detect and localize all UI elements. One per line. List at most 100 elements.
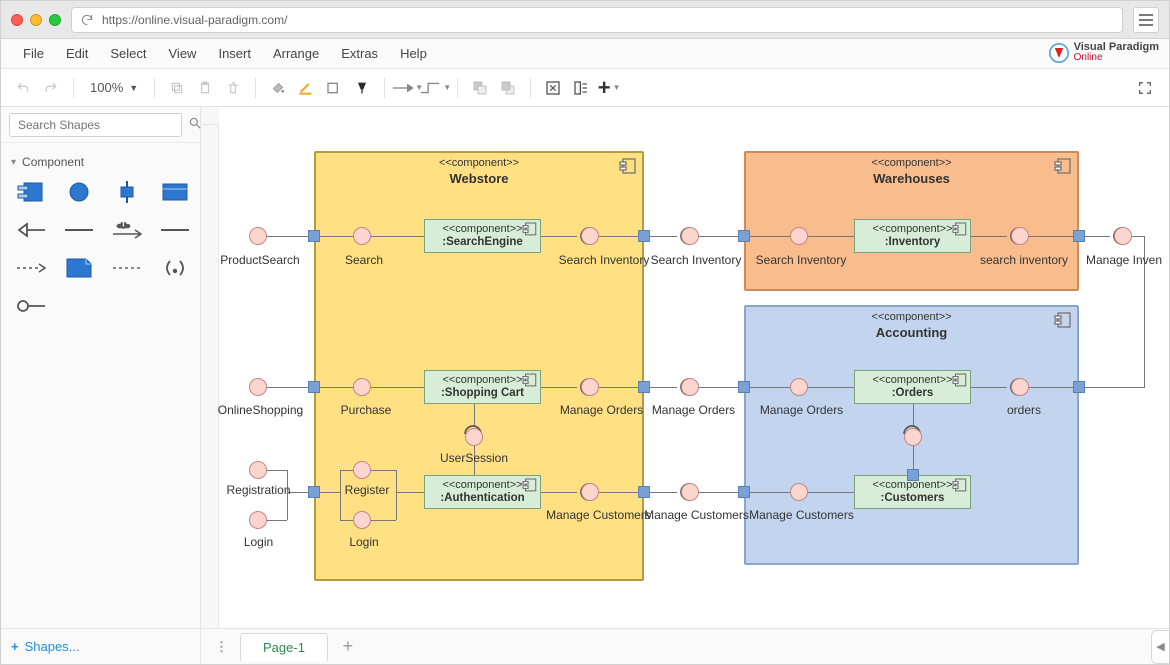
menu-file[interactable]: File [13,42,54,65]
fit-page-button[interactable] [541,76,565,100]
interface-ball[interactable] [249,227,267,245]
shape-interface-icon[interactable] [65,181,93,203]
shape-connector-icon[interactable] [65,219,93,241]
interface-ball[interactable] [353,378,371,396]
port[interactable] [638,381,650,393]
port[interactable] [738,486,750,498]
canvas-area[interactable]: <<component>>Webstore <<component>>Wareh… [201,107,1169,628]
shape-dependency-icon[interactable] [17,257,45,279]
interface-ball[interactable] [904,428,922,446]
close-window-icon[interactable] [11,14,23,26]
connector-style-button[interactable]: ▼ [423,76,447,100]
shape-box-icon[interactable] [161,181,189,203]
port[interactable] [907,469,919,481]
port[interactable] [738,230,750,242]
label-manage-orders-acc: Manage Orders [754,403,849,417]
shape-line-icon[interactable] [161,219,189,241]
copy-button[interactable] [165,76,189,100]
interface-ball[interactable] [249,511,267,529]
fullscreen-button[interactable] [1133,76,1157,100]
collapse-panel-button[interactable]: ◀ [1151,630,1169,664]
refresh-icon[interactable] [80,13,94,27]
maximize-window-icon[interactable] [49,14,61,26]
interface-ball[interactable] [353,227,371,245]
menu-arrange[interactable]: Arrange [263,42,329,65]
interface-ball[interactable] [681,483,699,501]
to-front-button[interactable] [468,76,492,100]
shape-usage-icon[interactable]: «U» [113,219,141,241]
redo-button[interactable] [39,76,63,100]
shape-constraint-icon[interactable] [161,257,189,279]
interface-ball[interactable] [790,483,808,501]
interface-ball[interactable] [1011,378,1029,396]
component-orders[interactable]: <<component>> :Orders [854,370,971,404]
interface-ball[interactable] [353,511,371,529]
shape-required-interface-icon[interactable] [17,219,45,241]
interface-ball[interactable] [681,378,699,396]
interface-ball[interactable] [790,227,808,245]
browser-menu-button[interactable] [1133,7,1159,33]
menu-edit[interactable]: Edit [56,42,98,65]
interface-ball[interactable] [681,227,699,245]
palette-group-header[interactable]: Component [11,151,190,179]
label-manage-orders-ws: Manage Orders [554,403,649,417]
interface-ball[interactable] [249,378,267,396]
fill-button[interactable] [266,76,290,100]
menu-insert[interactable]: Insert [208,42,261,65]
interface-ball[interactable] [1114,227,1132,245]
label-search-inventory-wh2: search inventory [974,253,1074,267]
component-inventory[interactable]: <<component>> :Inventory [854,219,971,253]
zoom-dropdown[interactable]: 100%▼ [84,80,144,95]
port[interactable] [638,230,650,242]
interface-ball[interactable] [581,483,599,501]
undo-button[interactable] [11,76,35,100]
shape-port-icon[interactable] [113,181,141,203]
plus-icon: + [11,639,19,654]
component-authentication[interactable]: <<component>> :Authentication [424,475,541,509]
format-painter-button[interactable] [350,76,374,100]
label-login-inner: Login [339,535,389,549]
port[interactable] [638,486,650,498]
component-search-engine[interactable]: <<component>> :SearchEngine [424,219,541,253]
interface-ball[interactable] [1011,227,1029,245]
shapes-link[interactable]: + Shapes... [1,629,201,664]
menu-view[interactable]: View [159,42,207,65]
interface-ball[interactable] [581,378,599,396]
port[interactable] [308,230,320,242]
line-color-button[interactable] [294,76,318,100]
interface-ball[interactable] [581,227,599,245]
search-icon[interactable] [188,116,202,133]
shape-note-icon[interactable] [65,257,93,279]
interface-ball[interactable] [790,378,808,396]
component-shopping-cart[interactable]: <<component>> :Shopping Cart [424,370,541,404]
interface-ball[interactable] [249,461,267,479]
port[interactable] [308,381,320,393]
menu-extras[interactable]: Extras [331,42,388,65]
insert-button[interactable]: +▼ [597,76,621,100]
port[interactable] [1073,381,1085,393]
shape-lollipop-icon[interactable] [17,295,45,317]
shape-dashed-line-icon[interactable] [113,257,141,279]
border-style-button[interactable] [322,76,346,100]
port[interactable] [1073,230,1085,242]
add-page-button[interactable]: + [336,635,360,659]
interface-ball[interactable] [353,461,371,479]
component-icon [523,374,537,386]
port[interactable] [308,486,320,498]
port[interactable] [738,381,750,393]
paste-button[interactable] [193,76,217,100]
page-tab-1[interactable]: Page-1 [240,633,328,661]
url-bar[interactable]: https://online.visual-paradigm.com/ [71,7,1123,33]
minimize-window-icon[interactable] [30,14,42,26]
to-back-button[interactable] [496,76,520,100]
search-shapes-input[interactable] [9,113,182,137]
arrow-style-button[interactable]: ▼ [395,76,419,100]
menu-select[interactable]: Select [100,42,156,65]
shape-component-icon[interactable] [17,181,45,203]
pages-menu-icon[interactable]: ⋮ [207,639,236,655]
interface-ball[interactable] [465,428,483,446]
fit-width-button[interactable] [569,76,593,100]
delete-button[interactable] [221,76,245,100]
menu-help[interactable]: Help [390,42,437,65]
diagram[interactable]: <<component>>Webstore <<component>>Wareh… [219,125,1169,628]
